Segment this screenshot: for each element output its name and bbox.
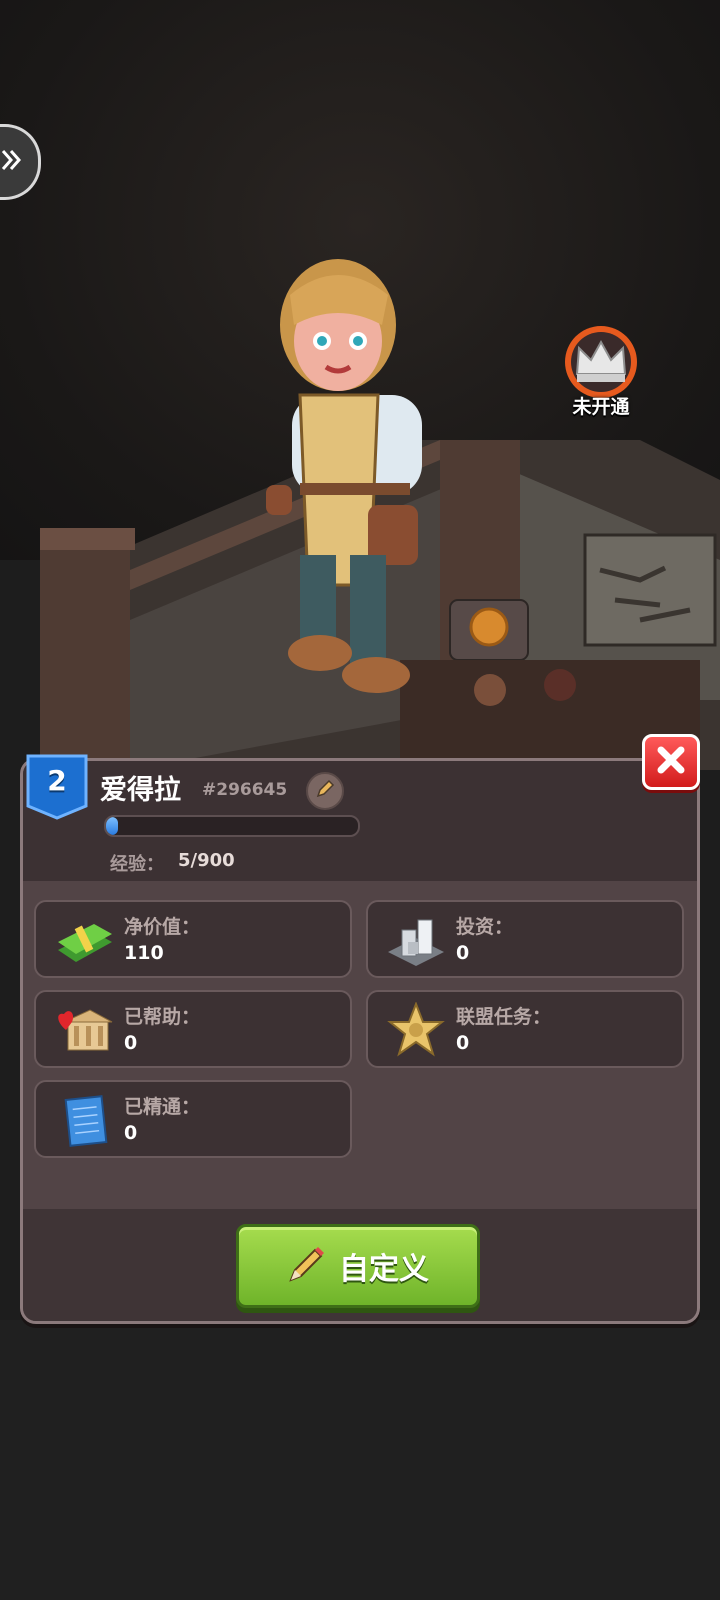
player-name: 爱得拉 [100, 775, 181, 806]
stat-value: 110 [124, 942, 164, 964]
stat-label: 联盟任务： [456, 1006, 552, 1028]
edit-name-button[interactable] [306, 772, 344, 810]
stat-label: 已帮助： [124, 1006, 201, 1028]
stat-label: 投资： [456, 916, 514, 938]
xp-value: 5/900 [178, 850, 235, 871]
stat-label: 已精通： [124, 1096, 201, 1118]
player-id: #296645 [202, 780, 288, 800]
stat-card-mastered: 已精通： 0 [34, 1080, 352, 1158]
player-character-avatar [266, 259, 422, 693]
close-icon [656, 745, 686, 779]
stat-card-helped: 已帮助： 0 [34, 990, 352, 1068]
vip-status-label: 未开通 [572, 396, 630, 418]
scene-dim-overlay [0, 1320, 720, 1600]
blueprint-icon [54, 1092, 114, 1150]
xp-label: 经验： [110, 854, 164, 875]
stat-value: 0 [124, 1032, 138, 1054]
vip-status-badge[interactable]: 未开通 [556, 324, 646, 420]
close-button[interactable] [642, 734, 700, 790]
stat-label: 净价值： [124, 916, 201, 938]
xp-progress-fill [106, 817, 118, 835]
customize-button[interactable]: 自定义 [236, 1224, 480, 1308]
stat-card-investment: 投资： 0 [366, 900, 684, 978]
stat-value: 0 [124, 1122, 138, 1144]
stat-value: 0 [456, 1032, 470, 1054]
double-chevron-right-icon [0, 146, 26, 178]
stat-card-alliance-tasks: 联盟任务： 0 [366, 990, 684, 1068]
stat-card-net-worth: 净价值： 110 [34, 900, 352, 978]
sheriff-star-icon [386, 1001, 446, 1060]
player-level: 2 [47, 764, 67, 797]
charity-bank-icon [54, 1002, 114, 1060]
pencil-icon [287, 1244, 327, 1288]
customize-button-label: 自定义 [339, 1252, 429, 1287]
xp-progress-bar [104, 815, 360, 837]
stat-value: 0 [456, 942, 470, 964]
building-complex-icon [386, 912, 446, 970]
cash-stack-icon [54, 912, 114, 970]
pencil-icon [315, 779, 335, 803]
